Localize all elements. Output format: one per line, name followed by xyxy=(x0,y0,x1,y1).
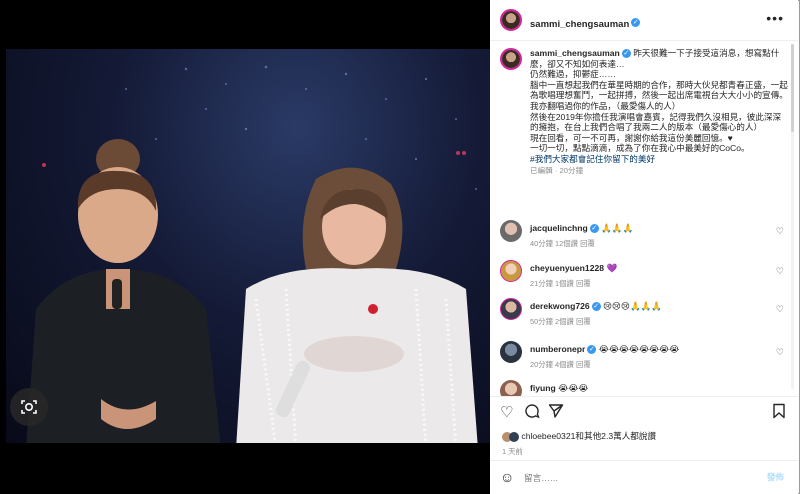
author-username[interactable]: sammi_chengsauman xyxy=(530,19,629,30)
author-name-row[interactable]: sammi_chengsauman ✓ xyxy=(530,14,641,32)
verified-badge-icon: ✓ xyxy=(589,224,599,234)
comment-meta[interactable]: 50分鐘 2個讚 回覆 xyxy=(530,316,591,327)
comment-text: 😭😭😭😭😭😭😭😭 xyxy=(598,344,680,354)
comment-text: 🙏🙏🙏 xyxy=(601,223,634,233)
comment-bubble-svg xyxy=(525,404,540,419)
comment-like-heart-icon[interactable]: ♡ xyxy=(776,226,784,237)
author-avatar[interactable] xyxy=(500,9,522,31)
comment-item: fiyung 😭😭😭 xyxy=(500,380,790,396)
comment-like-heart-icon[interactable]: ♡ xyxy=(776,347,784,358)
comment-meta[interactable]: 40分鐘 12個讚 回覆 xyxy=(530,238,595,249)
comment-text: 😢😢😢🙏🙏🙏 xyxy=(603,301,663,311)
post-sidebar: sammi_chengsauman ✓ ••• sammi_chengsauman… xyxy=(490,0,798,494)
comment-like-heart-icon[interactable]: ♡ xyxy=(776,266,784,277)
verified-badge-icon: ✓ xyxy=(631,18,641,28)
comment-body: derekwong726 ✓ 😢😢😢🙏🙏🙏 xyxy=(530,301,662,312)
verified-badge-icon: ✓ xyxy=(587,345,597,355)
comment-meta[interactable]: 21分鐘 1個讚 回覆 xyxy=(530,278,591,289)
likes-text[interactable]: chloebee0321和其他2.3萬人都說讚 xyxy=(521,431,656,441)
comment-icon[interactable] xyxy=(524,403,540,423)
comment-avatar[interactable] xyxy=(500,380,522,396)
caption-line: 我亦翻唱過你的作品，（最愛傷人的人） xyxy=(530,100,681,111)
heart-icon[interactable]: ♡ xyxy=(500,403,513,421)
comment-body: cheyuenyuen1228 💜 xyxy=(530,263,617,274)
post-comment-button[interactable]: 發佈 xyxy=(767,471,784,483)
visual-search-button[interactable] xyxy=(10,388,48,426)
caption-line: 然後在2019年你擔任我演唱會嘉賓，記得我們久沒相見，彼此深深的擁抱，在台上我們… xyxy=(530,111,782,133)
post-date[interactable]: 1 天前 xyxy=(502,446,523,457)
post-header: sammi_chengsauman ✓ ••• xyxy=(490,0,798,41)
comment-avatar[interactable] xyxy=(500,341,522,363)
emoji-icon[interactable]: ☺ xyxy=(500,469,514,485)
liker-avatar xyxy=(509,431,519,442)
comment-avatar[interactable] xyxy=(500,298,522,320)
likes-row[interactable]: chloebee0321和其他2.3萬人都說讚 xyxy=(502,430,656,442)
comment-text: 💜 xyxy=(606,263,618,273)
post-caption: sammi_chengsauman ✓ 昨天很難一下子接受這消息，想寫點什麼，卻又… xyxy=(530,48,788,176)
performer-right xyxy=(236,167,478,443)
post-media[interactable] xyxy=(0,0,490,494)
bookmark-icon[interactable] xyxy=(772,403,786,423)
post-photo[interactable] xyxy=(6,49,490,443)
caption-meta: 已編輯 · 20分鐘 xyxy=(530,165,584,175)
comments-scrollbar[interactable] xyxy=(791,44,794,389)
caption-hashtag[interactable]: #我們大家都會記住你留下的美好 xyxy=(530,154,655,164)
add-comment-bar: ☺ 發佈 xyxy=(490,460,798,494)
comment-username[interactable]: jacquelinchng xyxy=(530,223,588,233)
comment-body: fiyung 😭😭😭 xyxy=(530,383,588,394)
comment-body: jacquelinchng ✓ 🙏🙏🙏 xyxy=(530,223,633,234)
share-svg xyxy=(548,404,564,418)
comment-username[interactable]: cheyuenyuen1228 xyxy=(530,263,604,273)
more-options-icon[interactable]: ••• xyxy=(766,10,784,26)
paper-plane-icon[interactable] xyxy=(548,403,564,423)
comment-body: numberonepr ✓ 😭😭😭😭😭😭😭😭 xyxy=(530,344,679,355)
comment-username[interactable]: numberonepr xyxy=(530,344,585,354)
camera-search-icon xyxy=(21,400,37,414)
verified-badge-icon: ✓ xyxy=(621,49,631,59)
bookmark-svg xyxy=(773,403,785,419)
caption-username[interactable]: sammi_chengsauman xyxy=(530,48,620,58)
comment-avatar[interactable] xyxy=(500,220,522,242)
comment-like-heart-icon[interactable]: ♡ xyxy=(776,304,784,315)
caption-author-avatar[interactable] xyxy=(500,48,522,70)
verified-badge-icon: ✓ xyxy=(591,302,601,312)
comment-input[interactable] xyxy=(522,472,756,484)
comment-username[interactable]: fiyung xyxy=(530,383,556,393)
caption-line: 仍然難過，抑鬱症…… xyxy=(530,69,616,80)
caption-line: 腦中一直想起我們在華星時期的合作，那時大伙兒都青春正盛，一起為歌唱理想奮鬥，一起… xyxy=(530,79,788,101)
comment-avatar[interactable] xyxy=(500,260,522,282)
comment-text: 😭😭😭 xyxy=(558,383,589,393)
caption-line: 一切一切，點點滴滴，成為了你在我心中最美好的CoCo。 xyxy=(530,143,750,154)
scrollbar-thumb[interactable] xyxy=(791,44,794,132)
comment-username[interactable]: derekwong726 xyxy=(530,301,590,311)
post-actions-bar: ♡ xyxy=(490,396,798,425)
caption-line: 現在回看，可一不可再，謝謝你給我這份美麗回憶。♥ xyxy=(530,132,733,143)
comment-meta[interactable]: 20分鐘 4個讚 回覆 xyxy=(530,359,591,370)
